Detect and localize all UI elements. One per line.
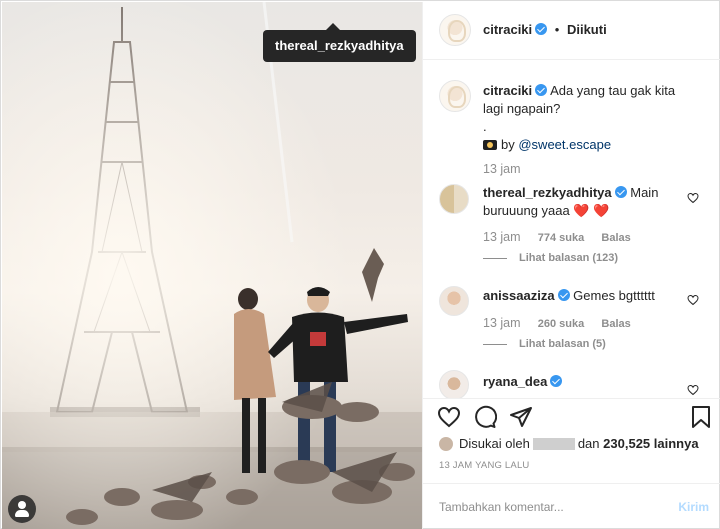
bookmark-icon[interactable] [689,405,713,429]
verified-badge-icon [535,84,548,96]
header-text: citraciki • Diikuti [483,22,607,37]
comment-time[interactable]: 13 jam [483,316,521,330]
comment-username[interactable]: thereal_rezkyadhitya [483,185,612,200]
post-modal: thereal_rezkyadhitya citraciki • Diikuti… [0,0,720,529]
comments-list[interactable]: citraciki Ada yang tau gak kita lagi nga… [423,60,720,399]
view-replies-link[interactable]: Lihat balasan (123) [483,252,618,264]
eiffel-tower-photo-illustration [2,2,422,529]
comment-item: ryana_dea [423,368,720,398]
comment-item: anissaaziza Gemes bgtttttt 13 jam 260 su… [423,284,720,360]
comment-text-block: ryana_dea [483,373,683,391]
credit-prefix: by [501,137,515,152]
liker-avatar [439,437,453,451]
heart-icon[interactable] [437,405,461,429]
avatar[interactable] [439,286,469,316]
caption-item: citraciki Ada yang tau gak kita lagi nga… [423,74,720,184]
post-photo[interactable]: thereal_rezkyadhitya [2,2,422,529]
comment-like-heart-icon[interactable] [687,192,699,204]
comment-like-heart-icon[interactable] [687,294,699,306]
comment-icon[interactable] [473,405,497,429]
reply-button[interactable]: Balas [601,318,630,330]
caption-meta: 13 jam [483,162,535,176]
redacted-username [532,438,575,450]
comment-like-heart-icon[interactable] [687,384,699,396]
likes-prefix: Disukai oleh [459,436,530,451]
post-comment-button[interactable]: Kirim [678,500,709,514]
heart-emoji: ❤️ ❤️ [573,203,610,218]
comment-input[interactable]: Tambahkan komentar... [439,500,564,514]
author-username[interactable]: citraciki [483,22,532,37]
user-tag-label[interactable]: thereal_rezkyadhitya [263,23,416,62]
post-timestamp[interactable]: 13 JAM YANG LALU [439,460,530,471]
comment-meta: 13 jam 774 suka Balas [483,230,645,244]
avatar[interactable] [439,80,471,112]
avatar[interactable] [439,14,471,46]
comment-item: thereal_rezkyadhitya Main buruuung yaaa … [423,182,720,268]
comment-username[interactable]: anissaaziza [483,288,555,303]
caption-text-block: citraciki Ada yang tau gak kita lagi nga… [483,82,683,154]
verified-badge-icon [614,186,627,198]
post-header: citraciki • Diikuti [423,2,720,60]
comment-text: Gemes bgtttttt [573,288,655,303]
verified-badge-icon [557,289,570,301]
comment-text-block: thereal_rezkyadhitya Main buruuung yaaa … [483,184,663,220]
verified-badge-icon [535,23,548,35]
likes-count[interactable]: 230,525 lainnya [603,436,698,451]
user-tag-icon[interactable] [8,495,36,523]
follow-button[interactable]: Diikuti [567,22,607,37]
comment-username[interactable]: ryana_dea [483,374,547,389]
comment-text-block: anissaaziza Gemes bgtttttt [483,287,673,305]
verified-badge-icon [550,375,563,387]
post-side-panel: citraciki • Diikuti citraciki Ada yang t… [422,2,720,529]
caption-username[interactable]: citraciki [483,83,532,98]
view-replies-link[interactable]: Lihat balasan (5) [483,338,606,350]
comment-likes[interactable]: 774 suka [538,232,584,244]
separator: • [554,22,560,37]
share-icon[interactable] [509,405,533,429]
comment-likes[interactable]: 260 suka [538,318,584,330]
caption-time[interactable]: 13 jam [483,162,521,176]
action-bar [423,399,720,433]
avatar[interactable] [439,370,469,398]
comment-time[interactable]: 13 jam [483,230,521,244]
likes-summary[interactable]: Disukai oleh dan 230,525 lainnya [439,436,699,451]
reply-button[interactable]: Balas [601,232,630,244]
comment-meta: 13 jam 260 suka Balas [483,316,645,330]
avatar[interactable] [439,184,469,214]
add-comment-bar: Tambahkan komentar... Kirim [423,483,720,529]
camera-icon [483,140,497,150]
likes-middle: dan [577,436,600,451]
caption-dot: . [483,119,487,134]
credit-link[interactable]: @sweet.escape [518,137,611,152]
